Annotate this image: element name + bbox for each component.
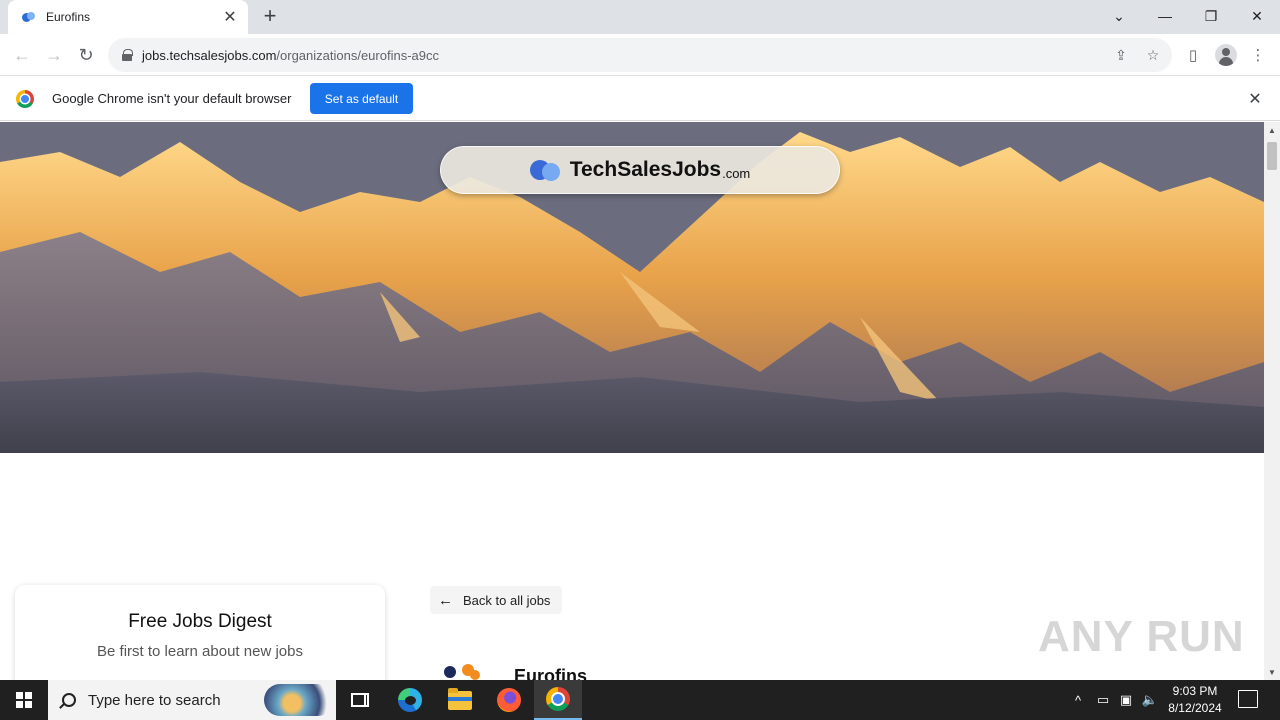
chrome-menu-icon[interactable]: ⋮ (1248, 45, 1268, 65)
techsalesjobs-favicon-icon (22, 10, 36, 24)
share-icon[interactable]: ⇪ (1112, 46, 1130, 64)
firefox-taskbar-button[interactable] (485, 680, 533, 720)
network-icon[interactable]: ▣ (1116, 690, 1136, 710)
back-label: Back to all jobs (463, 592, 551, 608)
edge-taskbar-button[interactable] (386, 680, 434, 720)
device-icon[interactable]: ▭ (1093, 690, 1113, 710)
start-button[interactable] (0, 680, 48, 720)
techsalesjobs-brand-link[interactable]: TechSalesJobs .com (440, 146, 840, 194)
restore-button[interactable]: ❐ (1188, 0, 1234, 32)
profile-avatar[interactable] (1215, 44, 1237, 66)
minimize-button[interactable]: — (1142, 0, 1188, 32)
side-panel-icon[interactable]: ▯ (1183, 45, 1203, 65)
back-nav-icon[interactable]: ← (8, 41, 36, 69)
tab-search-icon[interactable]: ⌄ (1096, 0, 1142, 32)
address-bar[interactable]: jobs.techsalesjobs.com/organizations/eur… (108, 38, 1172, 72)
tray-chevron-icon[interactable]: ^ (1068, 690, 1088, 710)
default-browser-infobar: Google Chrome isn't your default browser… (0, 76, 1280, 121)
bookmark-star-icon[interactable]: ☆ (1144, 46, 1162, 64)
url-path: /organizations/eurofins-a9cc (276, 47, 439, 63)
chrome-logo-icon (16, 90, 34, 108)
clock-date: 8/12/2024 (1168, 701, 1222, 715)
speaker-icon[interactable]: 🔈 (1140, 690, 1160, 710)
search-placeholder: Type here to search (88, 691, 221, 709)
brand-name: TechSalesJobs (569, 158, 722, 181)
close-window-button[interactable]: ✕ (1234, 0, 1280, 32)
forward-nav-icon[interactable]: → (40, 41, 68, 69)
digest-title: Free Jobs Digest (128, 611, 272, 632)
jobs-digest-card: Free Jobs Digest Be first to learn about… (15, 585, 385, 680)
lock-icon[interactable] (122, 49, 133, 61)
techsalesjobs-logo-icon (529, 159, 564, 181)
tab-strip: Eurofins ✕ + ⌄ — ❐ ✕ (0, 0, 1280, 34)
tab-close-icon[interactable]: ✕ (222, 7, 238, 27)
eurofins-logo (444, 664, 488, 680)
hero-mountain-banner: TechSalesJobs .com (0, 122, 1264, 453)
organization-name: Eurofins (514, 666, 588, 680)
anyrun-watermark: ANY RUN (1038, 612, 1245, 661)
tab-title: Eurofins (46, 10, 91, 24)
page-scrollbar[interactable]: ▲ ▼ (1264, 122, 1280, 680)
page-viewport: TechSalesJobs .com Free Jobs Digest Be fi… (0, 122, 1264, 680)
infobar-message: Google Chrome isn't your default browser (52, 91, 292, 106)
search-icon (62, 693, 76, 707)
windows-logo-icon (16, 692, 32, 708)
taskbar-clock[interactable]: 9:03 PM 8/12/2024 (1160, 683, 1230, 717)
browser-toolbar: ← → ↻ jobs.techsalesjobs.com/organizatio… (0, 34, 1280, 76)
arrow-left-icon: ← (438, 591, 453, 609)
firefox-icon (497, 688, 521, 712)
windows-taskbar: Type here to search ^ ▭ ▣ 🔈 9:03 PM 8/12… (0, 680, 1280, 720)
digest-subtitle: Be first to learn about new jobs (97, 643, 303, 660)
notification-icon[interactable] (1238, 690, 1258, 708)
chrome-icon (546, 687, 570, 711)
folder-icon (448, 687, 472, 710)
chrome-taskbar-button[interactable] (534, 680, 582, 720)
edge-icon (398, 688, 422, 712)
reload-icon[interactable]: ↻ (72, 41, 100, 69)
scroll-down-icon[interactable]: ▼ (1264, 664, 1280, 680)
brand-tld: .com (722, 165, 751, 181)
tab-eurofins[interactable]: Eurofins ✕ (8, 0, 248, 34)
task-view-button[interactable] (336, 680, 384, 720)
back-to-all-jobs-button[interactable]: ← Back to all jobs (430, 586, 562, 614)
task-view-icon (351, 693, 369, 707)
scroll-up-icon[interactable]: ▲ (1264, 122, 1280, 138)
new-tab-button[interactable]: + (258, 4, 282, 28)
infobar-close-icon[interactable]: ✕ (1246, 89, 1264, 109)
clock-time: 9:03 PM (1172, 684, 1218, 698)
url-host: jobs.techsalesjobs.com (142, 47, 277, 63)
scroll-thumb[interactable] (1267, 142, 1277, 170)
file-explorer-taskbar-button[interactable] (436, 680, 484, 720)
search-highlight-image[interactable] (264, 684, 334, 716)
set-as-default-button[interactable]: Set as default (310, 83, 413, 114)
